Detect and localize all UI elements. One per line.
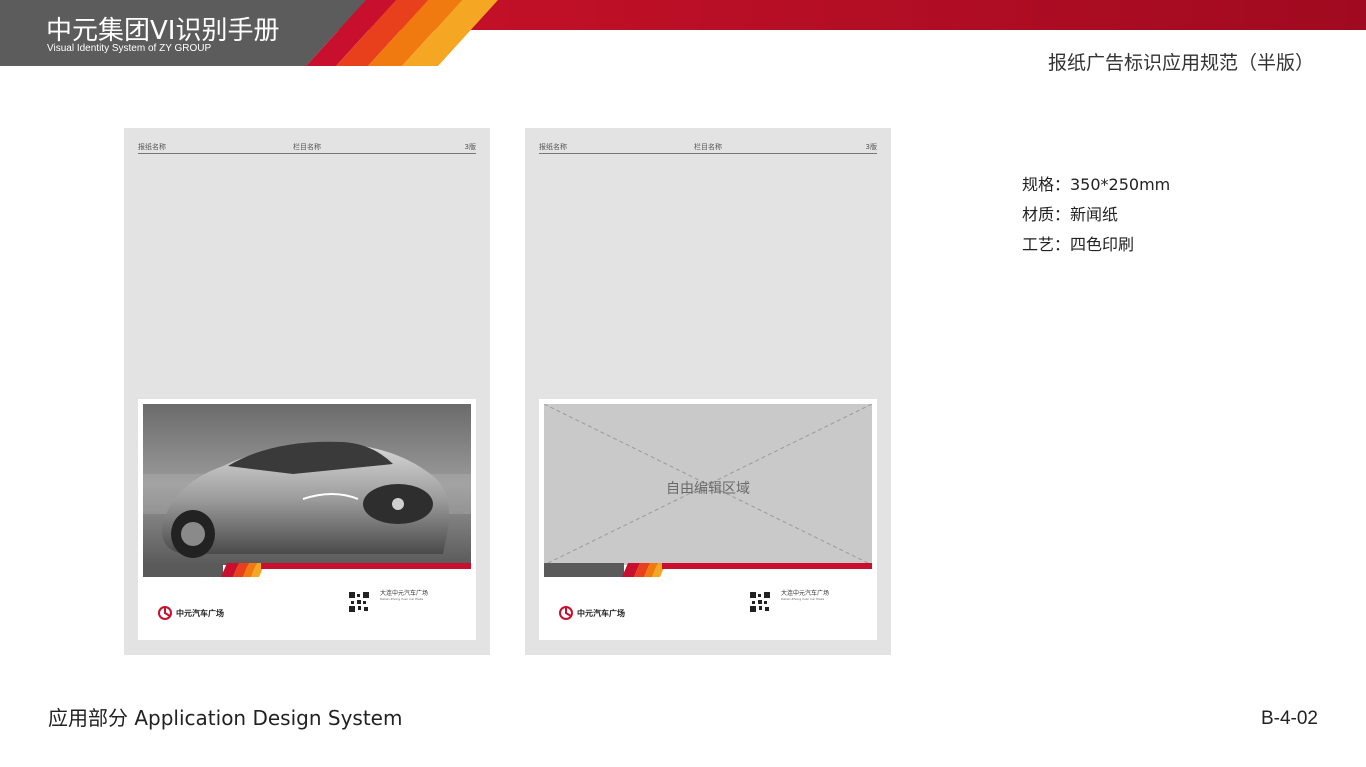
half-page-ad: 中元汽车广场 大连中元汽车广场 Dalian Zhong Yuan Car Pl… <box>138 399 476 640</box>
page-header: 报纸名称 栏目名称 3版 <box>539 142 877 154</box>
info-subtitle: Dalian Zhong Yuan Car Plaza <box>380 597 424 601</box>
placeholder-label: 自由编辑区域 <box>666 481 750 497</box>
newspaper-name: 报纸名称 <box>138 143 166 151</box>
brand-logo: 中元汽车广场 <box>559 605 625 621</box>
info-title: 大连中元汽车广场 <box>781 590 830 597</box>
half-page-ad: 自由编辑区域 中元汽车广场 大连中元汽车广场 Dalian Zhong Yuan… <box>539 399 877 640</box>
contact-info: 大连中元汽车广场 Dalian Zhong Yuan Car Plaza <box>380 590 428 602</box>
manual-subtitle: Visual Identity System of ZY GROUP <box>47 43 212 54</box>
qr-code-icon <box>749 591 771 613</box>
free-edit-area: 自由编辑区域 <box>544 404 872 565</box>
logo-mark-icon <box>158 606 172 620</box>
newspaper-name: 报纸名称 <box>539 143 567 151</box>
logo-text: 中元汽车广场 <box>176 608 224 618</box>
info-title: 大连中元汽车广场 <box>380 590 429 597</box>
newspaper-page-template: 报纸名称 栏目名称 3版 自由编辑区域 中元汽车广场 大连中元汽车广场 Dali… <box>525 128 891 655</box>
contact-info: 大连中元汽车广场 Dalian Zhong Yuan Car Plaza <box>781 590 829 602</box>
logo-text: 中元汽车广场 <box>577 608 625 618</box>
column-name: 栏目名称 <box>293 143 321 151</box>
manual-title: 中元集团VI识别手册 <box>46 16 280 46</box>
brand-logo: 中元汽车广场 <box>158 605 224 621</box>
column-name: 栏目名称 <box>694 143 722 151</box>
car-photo <box>143 404 471 565</box>
brand-stripe <box>143 563 471 577</box>
spec-material: 材质：新闻纸 <box>1022 205 1119 224</box>
brand-stripe <box>544 563 872 577</box>
footer-section-label: 应用部分 Application Design System <box>48 706 403 730</box>
page-header: 报纸名称 栏目名称 3版 <box>138 142 476 154</box>
page-number: 3版 <box>865 143 877 151</box>
info-subtitle: Dalian Zhong Yuan Car Plaza <box>781 597 825 601</box>
spec-size: 规格：350*250mm <box>1022 175 1171 194</box>
logo-mark-icon <box>559 606 573 620</box>
spec-list: 规格：350*250mm 材质：新闻纸 工艺：四色印刷 <box>1022 170 1170 260</box>
newspaper-page-photo: 报纸名称 栏目名称 3版 中元汽车广场 大连中元汽车广场 Dalian Zhon… <box>124 128 490 655</box>
qr-code-icon <box>348 591 370 613</box>
page-number: 3版 <box>464 143 476 151</box>
section-title: 报纸广告标识应用规范（半版） <box>1047 52 1314 74</box>
spec-process: 工艺：四色印刷 <box>1022 235 1135 254</box>
footer-page-code: B-4-02 <box>1260 708 1318 729</box>
